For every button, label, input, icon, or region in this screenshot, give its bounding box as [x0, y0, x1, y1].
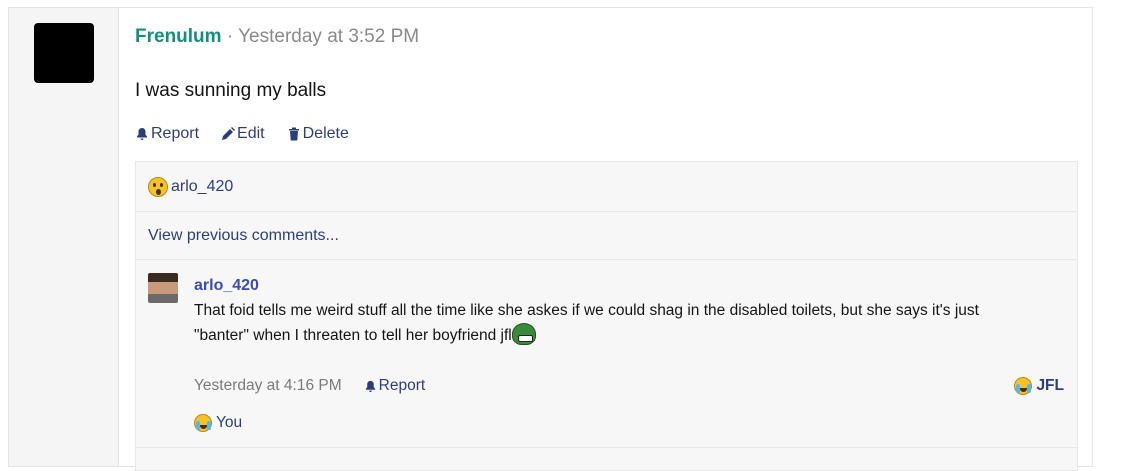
report-button[interactable]: Report [135, 125, 199, 143]
jfl-label: JFL [1036, 377, 1064, 394]
trash-icon [288, 127, 299, 141]
avatar[interactable] [148, 273, 178, 303]
reacted-by: You [216, 414, 243, 431]
comment-report-button[interactable]: Report [364, 377, 426, 395]
bell-icon [365, 380, 375, 392]
edit-label: Edit [237, 125, 265, 142]
delete-button[interactable]: Delete [287, 125, 349, 143]
comment-report-label: Report [378, 377, 426, 394]
edit-button[interactable]: Edit [221, 125, 265, 143]
post-separator: · [226, 26, 234, 47]
crying-laughing-emoji-icon [194, 414, 212, 432]
report-label: Report [151, 125, 200, 142]
comments-block: arlo_420 View previous comments... arlo_… [135, 161, 1078, 471]
comment-reaction-summary[interactable]: You [194, 414, 242, 432]
post-timestamp: Yesterday at 3:52 PM [238, 26, 420, 47]
post-card: Frenulum · Yesterday at 3:52 PM I was su… [8, 7, 1093, 471]
crying-laughing-emoji-icon [1014, 377, 1033, 395]
avatar[interactable] [34, 23, 94, 83]
post-header: Frenulum · Yesterday at 3:52 PM [135, 26, 419, 48]
comment-meta: Yesterday at 4:16 PM Report [194, 377, 425, 395]
divider [136, 447, 1077, 448]
comment-username[interactable]: arlo_420 [194, 277, 259, 295]
reactor-name[interactable]: arlo_420 [171, 178, 233, 196]
delete-label: Delete [302, 125, 349, 142]
comment-text-line1: That foid tells me weird stuff all the t… [194, 302, 979, 319]
post-main: Frenulum · Yesterday at 3:52 PM I was su… [120, 8, 1092, 471]
reaction-list[interactable]: arlo_420 [136, 162, 1077, 212]
wow-emoji-icon [148, 176, 168, 197]
comment-text-line2: "banter" when I threaten to tell her boy… [194, 327, 512, 344]
comment: arlo_420 That foid tells me weird stuff … [136, 261, 1077, 447]
pepe-emoji-icon [511, 323, 536, 345]
post-actions: Report Edit Delete [135, 125, 349, 143]
view-previous-comments-link[interactable]: View previous comments... [136, 213, 1077, 260]
comment-timestamp[interactable]: Yesterday at 4:16 PM [194, 377, 342, 395]
post-sidebar [9, 8, 119, 466]
jfl-reaction-button[interactable]: JFL [1014, 377, 1064, 395]
pencil-icon [222, 127, 236, 140]
bell-icon [137, 128, 147, 140]
post-body: I was sunning my balls [135, 80, 327, 101]
comment-text: That foid tells me weird stuff all the t… [194, 299, 1054, 348]
post-username[interactable]: Frenulum [135, 26, 222, 47]
